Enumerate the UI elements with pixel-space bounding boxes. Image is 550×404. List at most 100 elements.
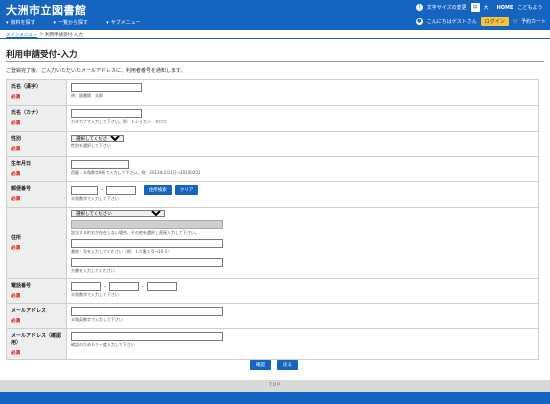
name-kanji-input[interactable]: [71, 83, 142, 92]
header-utility: i 文字サイズの変更 中 大 HOME こどもよう ● こんにちはゲストさん ロ…: [415, 3, 546, 26]
field-label-cell: メールアドレス（確認用） 必須: [6, 328, 67, 360]
field-label-cell: 性別 必須: [6, 131, 67, 157]
cart-label: 予約カート: [520, 19, 546, 25]
required-badge: 必須: [11, 95, 20, 100]
nav-label: 資料を探す: [10, 20, 36, 26]
site-header: 大洲市立図書館 ▾ 資料を探す ▾ 一覧から探す ▾ サブメニュー i 文字サイ…: [0, 0, 550, 30]
nav-browse-list[interactable]: ▾ 一覧から探す: [53, 19, 89, 27]
field-label: 生年月日: [11, 161, 32, 167]
home-link[interactable]: HOME: [497, 5, 514, 11]
field-label: 氏名（カナ）: [11, 110, 42, 116]
email-confirm-input[interactable]: [71, 332, 223, 341]
field-hint: 性別を選択して下さい: [71, 143, 111, 148]
phone-inputs: - -: [71, 282, 534, 291]
field-label-cell: 住所 必須: [6, 207, 67, 279]
email-input[interactable]: [71, 307, 223, 316]
form-row-gender: 性別 必須 選択してください 性別を選択して下さい: [6, 131, 539, 157]
town-other-input[interactable]: [71, 220, 223, 229]
field-input-cell: 半角英数字で入力して下さい: [66, 303, 539, 329]
form-row-birthday: 生年月日 必須 西暦・半角数字8桁で入力して下さい。例：2013年2月1日→20…: [6, 156, 539, 182]
fontsize-large-button[interactable]: 大: [484, 4, 489, 11]
nav-label: 一覧から探す: [58, 20, 89, 26]
dash-separator: -: [141, 283, 144, 290]
field-label: 氏名（漢字）: [11, 84, 42, 90]
street-number-input[interactable]: [71, 239, 223, 248]
site-footer: [0, 392, 550, 404]
nav-label: サブメニュー: [110, 20, 141, 26]
birthday-input[interactable]: [71, 160, 129, 169]
postal-inputs: - 住所検索 クリア: [71, 185, 534, 195]
form-actions: 確認 戻る: [250, 360, 298, 370]
field-input-cell: カタカナで入力して下さい。例：トショカン タロウ: [66, 105, 539, 132]
required-badge: 必須: [11, 294, 20, 299]
field-hint: 半角数字で入力して下さい: [71, 292, 119, 297]
field-input-cell: - 住所検索 クリア 半角数字で入力して下さい: [66, 181, 539, 208]
clear-button[interactable]: クリア: [174, 185, 199, 195]
phone-input-number[interactable]: [146, 282, 177, 291]
required-badge: 必須: [11, 172, 20, 177]
breadcrumb-divider: [0, 38, 550, 39]
field-label-cell: 郵便番号 必須: [6, 181, 67, 208]
field-hint: カタカナで入力して下さい。例：トショカン タロウ: [71, 119, 167, 124]
field-label-cell: 電話番号 必須: [6, 278, 67, 304]
dash-separator: -: [104, 283, 106, 290]
back-button[interactable]: 戻る: [277, 360, 298, 370]
field-hint: 半角数字で入力して下さい: [71, 196, 119, 201]
field-hint: 方書を入力してください: [71, 268, 115, 273]
cart-icon: 🛒: [512, 18, 519, 25]
triangle-down-icon: ▾: [6, 19, 9, 26]
required-badge: 必須: [11, 147, 20, 152]
field-hint: 例：図書館 太郎: [71, 93, 103, 98]
form-row-postal: 郵便番号 必須 - 住所検索 クリア 半角数字で入力して下さい: [6, 181, 539, 208]
field-input-cell: 西暦・半角数字8桁で入力して下さい。例：2013年2月1日→20130201: [66, 156, 539, 182]
field-label: 電話番号: [11, 283, 32, 289]
postal-input-second[interactable]: [105, 185, 136, 195]
field-label: メールアドレス（確認用）: [11, 333, 62, 346]
kids-link[interactable]: こどもよう: [517, 4, 542, 11]
form-row-name-kana: 氏名（カナ） 必須 カタカナで入力して下さい。例：トショカン タロウ: [6, 105, 539, 132]
required-badge: 必須: [11, 121, 20, 126]
registration-form: 氏名（漢字） 必須 例：図書館 太郎 氏名（カナ） 必須 カタカナで入力して下さ…: [6, 79, 539, 360]
field-input-cell: 選択してください 性別を選択して下さい: [66, 131, 539, 157]
required-badge: 必須: [11, 197, 20, 202]
address-search-button[interactable]: 住所検索: [143, 185, 172, 195]
field-hint: 該当する町名が存在しない場合、その他を選択し直接入力して下さい。: [71, 230, 199, 235]
page-top-link[interactable]: TOP: [0, 380, 550, 392]
field-label: 性別: [11, 136, 22, 142]
field-label: 郵便番号: [11, 186, 32, 192]
field-input-cell: 例：図書館 太郎: [66, 79, 539, 106]
login-button[interactable]: ログイン: [480, 17, 509, 26]
site-title[interactable]: 大洲市立図書館: [6, 2, 87, 18]
phone-input-area[interactable]: [71, 282, 101, 291]
nav-search-materials[interactable]: ▾ 資料を探す: [6, 19, 36, 27]
fontsize-normal-button[interactable]: 中: [470, 3, 480, 12]
required-badge: 必須: [11, 319, 20, 324]
triangle-down-icon: ▾: [53, 19, 57, 26]
town-select[interactable]: 選択してください: [71, 210, 165, 217]
field-label: メールアドレス: [11, 308, 47, 314]
dash-separator: -: [101, 187, 103, 193]
nav-submenu[interactable]: ▾ サブメニュー: [106, 19, 141, 27]
phone-input-exchange[interactable]: [108, 282, 139, 291]
field-label-cell: 氏名（カナ） 必須: [6, 105, 67, 132]
field-hint: 番地・号を入力してください（例：１０番１号→10-1）: [71, 249, 172, 254]
triangle-down-icon: ▾: [106, 19, 109, 26]
required-badge: 必須: [11, 351, 20, 356]
field-input-cell: - - 半角数字で入力して下さい: [66, 278, 539, 304]
confirm-button[interactable]: 確認: [250, 360, 271, 370]
field-label-cell: メールアドレス 必須: [6, 303, 67, 329]
cart-link[interactable]: 🛒 予約カート: [512, 18, 546, 26]
gender-select[interactable]: 選択してください: [71, 135, 124, 142]
postal-input-first[interactable]: [71, 185, 98, 195]
building-input[interactable]: [71, 258, 223, 267]
form-row-phone: 電話番号 必須 - - 半角数字で入力して下さい: [6, 278, 539, 304]
name-kana-input[interactable]: [71, 109, 142, 118]
info-icon: i: [415, 4, 423, 11]
title-divider: [6, 61, 544, 62]
user-icon: ●: [415, 18, 423, 25]
field-label-cell: 生年月日 必須: [6, 156, 67, 182]
form-row-name-kanji: 氏名（漢字） 必須 例：図書館 太郎: [6, 79, 539, 106]
form-row-email: メールアドレス 必須 半角英数字で入力して下さい: [6, 303, 539, 329]
fontsize-label: 文字サイズの変更: [426, 5, 467, 11]
form-row-address: 住所 必須 選択してください 該当する町名が存在しない場合、その他を選択し直接入…: [6, 207, 539, 279]
